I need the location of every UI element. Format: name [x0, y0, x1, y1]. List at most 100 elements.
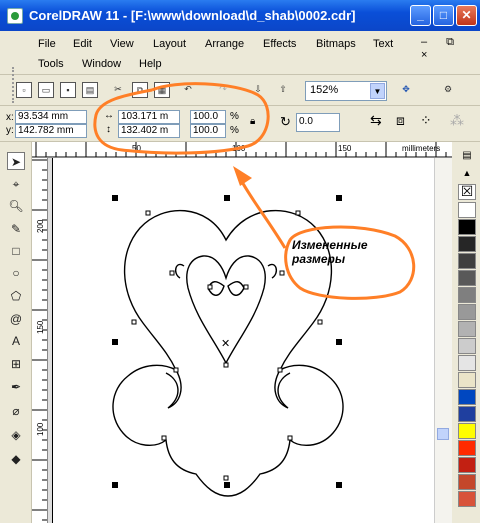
ruler-tick-100v: 100: [36, 422, 45, 436]
color-swatch[interactable]: [458, 491, 476, 507]
color-swatch[interactable]: [458, 219, 476, 235]
fill-tool-icon[interactable]: ◈: [7, 426, 25, 444]
freehand-tool-icon[interactable]: ✎: [7, 220, 25, 238]
ruler-units-label: millimeters: [402, 144, 440, 153]
toolbox: ➤ ⌖ 🔍︎ ✎ □ ○ ⬠ @ A ⊞ ✒ ⌀ ◈ ◆: [0, 142, 32, 523]
mirror-icon[interactable]: ⇆: [370, 112, 382, 129]
menu-file[interactable]: File: [38, 38, 56, 50]
menu-bitmaps[interactable]: Bitmaps: [316, 38, 356, 50]
color-swatch[interactable]: [458, 287, 476, 303]
color-swatch[interactable]: [458, 406, 476, 422]
rectangle-tool-icon[interactable]: □: [7, 242, 25, 260]
menu-effects[interactable]: Effects: [263, 38, 296, 50]
color-swatch[interactable]: [458, 474, 476, 490]
x-position-field[interactable]: 93.534 mm: [15, 110, 87, 124]
zoom-level-select[interactable]: 152% ▼: [305, 81, 387, 101]
coreldraw-window: CorelDRAW 11 - [F:\www\download\d_shab\0…: [0, 0, 480, 523]
color-swatch[interactable]: [458, 321, 476, 337]
scale-y-unit: %: [230, 125, 239, 136]
spiral-tool-icon[interactable]: @: [7, 310, 25, 328]
minimize-button[interactable]: _: [410, 5, 431, 26]
eyedropper-tool-icon[interactable]: ✒: [7, 378, 25, 396]
palette-menu-icon[interactable]: ▤: [458, 150, 476, 164]
import-icon[interactable]: ⇩: [250, 82, 266, 98]
color-swatch[interactable]: [458, 440, 476, 456]
menu-help[interactable]: Help: [139, 58, 162, 70]
export-icon[interactable]: ⇧: [275, 82, 291, 98]
color-swatch[interactable]: [458, 304, 476, 320]
ruler-tick-150v: 150: [36, 320, 45, 334]
horizontal-ruler: 50 100 150 millimeters: [32, 142, 452, 158]
title-bar: CorelDRAW 11 - [F:\www\download\d_shab\0…: [0, 0, 480, 31]
open-icon[interactable]: ▭: [38, 82, 54, 98]
scale-y-field[interactable]: 100.0: [190, 124, 226, 138]
options-icon[interactable]: ⚙: [440, 82, 456, 98]
zoom-tool-icon[interactable]: 🔍︎: [7, 197, 25, 215]
rotation-angle-field[interactable]: 0.0: [296, 113, 340, 132]
y-position-field[interactable]: 142.782 mm: [15, 124, 87, 138]
redo-icon[interactable]: ↷: [215, 82, 231, 98]
heart-ornament-drawing[interactable]: ✕: [48, 158, 452, 523]
maximize-button[interactable]: □: [433, 5, 454, 26]
lock-ratio-icon[interactable]: 🔒︎: [250, 116, 255, 127]
height-field[interactable]: 132.402 m: [118, 124, 180, 138]
close-button[interactable]: ✕: [456, 5, 477, 26]
menu-text[interactable]: Text: [373, 38, 393, 50]
menu-window[interactable]: Window: [82, 58, 121, 70]
menu-arrange[interactable]: Arrange: [205, 38, 244, 50]
chevron-down-icon[interactable]: ▼: [370, 83, 385, 99]
menu-view[interactable]: View: [110, 38, 134, 50]
menu-edit[interactable]: Edit: [73, 38, 92, 50]
document-window-controls[interactable]: – ⧉ ×: [421, 36, 480, 61]
copy-icon[interactable]: ⧉: [132, 82, 148, 98]
interactive-tool-icon[interactable]: ⊞: [7, 355, 25, 373]
cut-icon[interactable]: ✂: [110, 82, 126, 98]
color-swatch[interactable]: [458, 423, 476, 439]
color-swatch[interactable]: [458, 253, 476, 269]
palette-scroll-up-icon[interactable]: ▲: [458, 168, 476, 180]
no-color-swatch[interactable]: ☒: [458, 184, 476, 200]
undo-icon[interactable]: ↶: [180, 82, 196, 98]
paste-icon[interactable]: ▦: [154, 82, 170, 98]
y-position-label: y:: [6, 125, 14, 136]
color-swatch[interactable]: [458, 372, 476, 388]
interactive-fill-icon[interactable]: ◆: [7, 450, 25, 468]
pick-tool-icon[interactable]: ➤: [7, 152, 25, 170]
color-swatch[interactable]: [458, 355, 476, 371]
drawing-canvas[interactable]: ✕: [48, 158, 452, 523]
color-swatch[interactable]: [458, 202, 476, 218]
ruler-tick-50: 50: [132, 144, 141, 153]
zoom-level-value: 152%: [310, 84, 339, 96]
menu-layout[interactable]: Layout: [153, 38, 186, 50]
width-field[interactable]: 103.171 m: [118, 110, 180, 124]
polygon-tool-icon[interactable]: ⬠: [7, 287, 25, 305]
application-launcher-icon[interactable]: ✥: [398, 82, 414, 98]
scroll-thumb[interactable]: [437, 428, 449, 440]
color-swatch[interactable]: [458, 236, 476, 252]
scale-x-field[interactable]: 100.0: [190, 110, 226, 124]
ruler-tick-100: 100: [232, 144, 246, 153]
color-swatch[interactable]: [458, 457, 476, 473]
height-icon: ↕: [106, 124, 111, 135]
vertical-scrollbar[interactable]: [434, 158, 452, 523]
menu-tools[interactable]: Tools: [38, 58, 64, 70]
menu-bar: File Edit View Layout Arrange Effects Bi…: [0, 31, 480, 103]
outline-tool-icon[interactable]: ⌀: [7, 402, 25, 420]
color-swatch[interactable]: [458, 270, 476, 286]
rotate-icon: ↻: [280, 114, 291, 129]
print-icon[interactable]: ▤: [82, 82, 98, 98]
vertical-ruler: 200 150 100: [32, 158, 48, 523]
color-swatch[interactable]: [458, 338, 476, 354]
svg-text:✕: ✕: [221, 338, 230, 350]
text-tool-icon[interactable]: A: [7, 332, 25, 350]
align-icon[interactable]: ⁘: [420, 112, 432, 129]
shape-tool-icon[interactable]: ⌖: [7, 175, 25, 193]
x-position-label: x:: [6, 112, 14, 123]
save-icon[interactable]: ▪: [60, 82, 76, 98]
convert-icon[interactable]: ⁂: [450, 112, 464, 129]
new-document-icon[interactable]: ▫: [16, 82, 32, 98]
group-icon[interactable]: ⧈: [396, 112, 405, 129]
color-swatch[interactable]: [458, 389, 476, 405]
ruler-tick-150: 150: [338, 144, 352, 153]
ellipse-tool-icon[interactable]: ○: [7, 264, 25, 282]
